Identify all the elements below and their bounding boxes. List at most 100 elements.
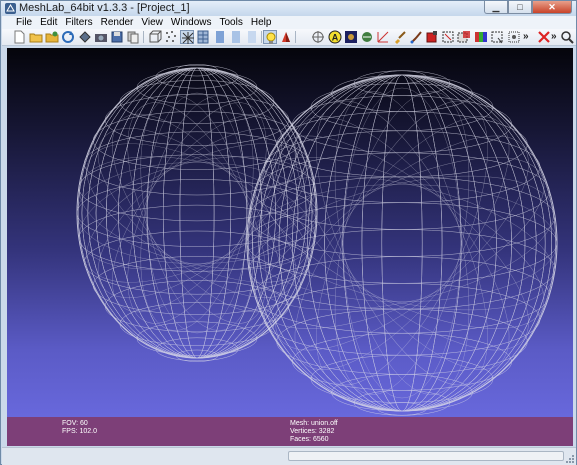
texture-button[interactable]: [245, 30, 259, 44]
invert-selection-icon: [457, 31, 470, 43]
horizontal-scrollbar[interactable]: [288, 451, 564, 461]
window-title: MeshLab_64bit v1.3.3 - [Project_1]: [19, 2, 190, 14]
points-button[interactable]: [164, 30, 178, 44]
folder-open-icon: [45, 31, 59, 43]
menu-bar: File Edit Filters Render View Windows To…: [2, 16, 576, 29]
open-project-button[interactable]: [29, 30, 43, 44]
maximize-icon: □: [517, 2, 523, 12]
fov-label: FOV: 60: [62, 420, 88, 427]
pick-icon: [491, 31, 503, 44]
menu-file[interactable]: File: [2, 16, 36, 29]
cube-red-icon: [426, 31, 437, 43]
color-select-button[interactable]: [474, 30, 488, 44]
folder-icon: [29, 33, 43, 43]
save-button[interactable]: [110, 30, 124, 44]
delete-icon: [538, 31, 550, 43]
light-bulb-icon: [266, 32, 276, 44]
align-button[interactable]: [311, 30, 325, 44]
snapshot-button[interactable]: [94, 30, 108, 44]
select-area-button[interactable]: [507, 30, 521, 44]
3d-viewport[interactable]: [7, 48, 573, 417]
measure-button[interactable]: [360, 30, 374, 44]
diamond-icon: [79, 31, 91, 43]
right-sphere-wireframe: [246, 70, 558, 416]
raster-icon: [345, 31, 357, 43]
search-icon: [561, 31, 574, 44]
select-faces-icon: [442, 31, 454, 43]
flat-shading-button[interactable]: [213, 30, 227, 44]
mesh-render: [76, 64, 558, 416]
mesh-name-label: Mesh: union.off: [290, 420, 338, 427]
reload-button[interactable]: [61, 30, 75, 44]
search-button[interactable]: [560, 30, 574, 44]
menu-windows[interactable]: Windows: [167, 16, 216, 29]
meshlab-app-icon: [5, 3, 16, 14]
close-icon: ✕: [548, 1, 556, 12]
annotate-button[interactable]: A: [328, 30, 342, 44]
color-button[interactable]: [279, 30, 293, 44]
faces-label: Faces: 6560: [290, 436, 329, 443]
flat-icon: [216, 31, 224, 43]
main-toolbar: A » »: [2, 29, 576, 46]
select-vertices-button[interactable]: [425, 30, 439, 44]
maximize-button[interactable]: □: [508, 1, 532, 14]
export-mesh-button[interactable]: [78, 30, 92, 44]
measure-icon: [362, 32, 372, 42]
letter-a-icon: A: [328, 30, 342, 44]
menu-filters[interactable]: Filters: [61, 16, 96, 29]
light-button[interactable]: [263, 30, 277, 44]
paint-button[interactable]: [393, 30, 407, 44]
svg-text:A: A: [332, 33, 339, 43]
camera-icon: [95, 34, 107, 42]
points-icon: [166, 31, 176, 42]
pick-button[interactable]: [490, 30, 504, 44]
smooth-icon: [232, 31, 240, 43]
box-icon: [149, 30, 162, 43]
delete-button[interactable]: [537, 30, 551, 44]
close-button[interactable]: ✕: [532, 1, 572, 14]
new-project-button[interactable]: [12, 30, 26, 44]
menu-render[interactable]: Render: [97, 16, 138, 29]
minimize-button[interactable]: ▁: [484, 1, 508, 14]
disk-icon: [111, 31, 123, 43]
brush-icon: [395, 31, 406, 44]
status-bar: [2, 447, 576, 465]
import-mesh-button[interactable]: [45, 30, 59, 44]
menu-edit[interactable]: Edit: [36, 16, 61, 29]
invert-selection-button[interactable]: [457, 30, 471, 44]
menu-tools[interactable]: Tools: [215, 16, 246, 29]
wireframe-button[interactable]: [180, 30, 194, 44]
resize-grip-icon[interactable]: [565, 454, 575, 464]
toolbar-overflow-1[interactable]: »: [523, 30, 529, 44]
texture-icon: [248, 31, 256, 43]
toolbar-overflow-2[interactable]: »: [551, 30, 557, 44]
edit-tools-button[interactable]: [376, 30, 390, 44]
vertices-label: Vertices: 3282: [290, 428, 335, 435]
menu-view[interactable]: View: [137, 16, 167, 29]
color-select-icon: [475, 32, 487, 42]
wireframe-icon: [182, 32, 194, 44]
select-area-icon: [508, 31, 520, 43]
copy-button[interactable]: [126, 30, 140, 44]
meshlab-window: MeshLab_64bit v1.3.3 - [Project_1] ▁ □ ✕…: [0, 0, 577, 465]
raster-button[interactable]: [344, 30, 358, 44]
copy-icon: [127, 31, 139, 44]
minimize-icon: ▁: [492, 1, 500, 12]
info-overlay: FOV: 60 FPS: 102.0 Mesh: union.off Verti…: [7, 417, 573, 446]
select-faces-button[interactable]: [441, 30, 455, 44]
reload-icon: [62, 31, 74, 43]
left-sphere-wireframe: [76, 64, 318, 362]
fps-label: FPS: 102.0: [62, 428, 98, 435]
flat-lines-icon: [197, 30, 209, 44]
paintbrush-icon: [410, 31, 422, 44]
flat-lines-button[interactable]: [196, 30, 210, 44]
crosshair-icon: [312, 31, 324, 43]
smooth-shading-button[interactable]: [229, 30, 243, 44]
axis-icon: [377, 31, 389, 43]
menu-help[interactable]: Help: [247, 16, 276, 29]
title-bar[interactable]: MeshLab_64bit v1.3.3 - [Project_1] ▁ □ ✕: [1, 1, 576, 16]
select-button[interactable]: [409, 30, 423, 44]
new-document-icon: [14, 30, 25, 44]
color-icon: [282, 32, 290, 42]
bounding-box-button[interactable]: [148, 30, 162, 44]
